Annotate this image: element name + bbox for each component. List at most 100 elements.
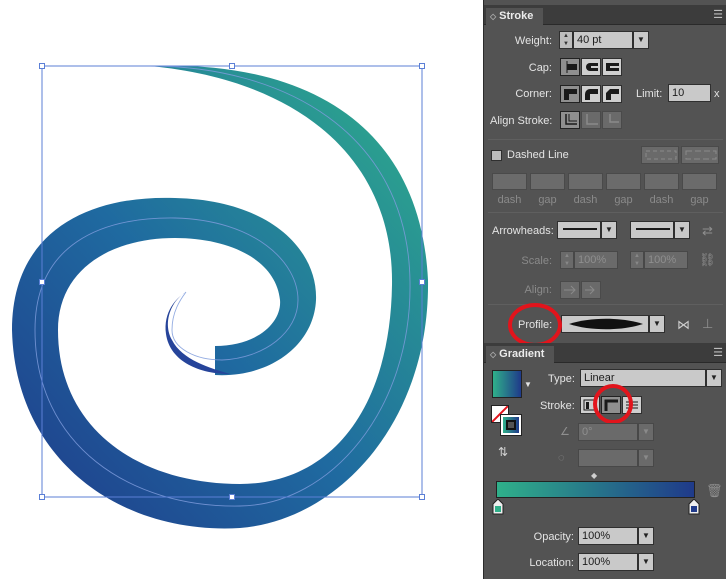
- arrow-extend-icon: [564, 285, 576, 295]
- gradient-type-select[interactable]: Linear: [580, 369, 706, 387]
- width-profile-ellipse-icon: [569, 318, 643, 330]
- dashed-line-checkbox[interactable]: [491, 150, 502, 161]
- gap-3-label: gap: [690, 194, 709, 206]
- arrow-tip-extend-button[interactable]: [560, 281, 580, 299]
- aspect-ratio-icon: ◌: [558, 452, 565, 464]
- section-divider: [488, 139, 723, 140]
- limit-input[interactable]: 10: [668, 84, 711, 102]
- angle-icon: ∠: [560, 426, 570, 438]
- arrow-place-icon: [585, 285, 595, 295]
- arrowhead-start-dropdown-icon[interactable]: ▼: [601, 221, 617, 239]
- scale-start-stepper-icon[interactable]: ▲ ▼: [560, 251, 574, 269]
- width-profile-select[interactable]: [561, 315, 649, 333]
- bbox-handle-top-right[interactable]: [419, 63, 425, 69]
- dash-1-label: dash: [497, 194, 522, 206]
- gap-1-label: gap: [538, 194, 557, 206]
- align-dash-icon: [685, 150, 717, 160]
- dash-2-input[interactable]: [568, 173, 603, 190]
- scale-start-input[interactable]: 100%: [574, 251, 618, 269]
- tab-stroke[interactable]: ◇ Stroke: [486, 8, 544, 25]
- gap-2-input[interactable]: [606, 173, 641, 190]
- panel-collapse-icon[interactable]: ◇: [490, 350, 496, 359]
- reverse-gradient-icon[interactable]: ⇅: [498, 445, 508, 459]
- scale-end-stepper-icon[interactable]: ▲ ▼: [630, 251, 644, 269]
- weight-stepper-icon[interactable]: ▲ ▼: [559, 31, 573, 49]
- bbox-handle-bottom-right[interactable]: [419, 494, 425, 500]
- artboard-canvas[interactable]: [0, 0, 483, 579]
- butt-cap-button[interactable]: [560, 58, 580, 76]
- delete-stop-icon[interactable]: 🗑: [706, 484, 723, 498]
- gradient-stop-end[interactable]: [688, 499, 700, 515]
- gradient-stop-start[interactable]: [492, 499, 504, 515]
- midpoint-diamond-icon[interactable]: ◆: [591, 471, 597, 480]
- align-outside-icon: [609, 114, 619, 123]
- gradient-thumbnail-dropdown-icon[interactable]: ▼: [524, 380, 532, 389]
- link-scale-icon[interactable]: ⛓: [699, 253, 716, 267]
- stroke-panel-menu-icon[interactable]: ☰: [709, 9, 723, 21]
- corner-label: Corner:: [515, 88, 552, 100]
- weight-dropdown-icon[interactable]: ▼: [633, 31, 649, 49]
- swap-arrowheads-icon[interactable]: ⇄: [702, 224, 713, 238]
- align-stroke-outside-button[interactable]: [602, 111, 622, 129]
- gradient-angle-input[interactable]: 0°: [578, 423, 638, 441]
- gradient-thumbnail[interactable]: [492, 370, 522, 398]
- cap-label: Cap:: [528, 62, 552, 74]
- stroke-tab-bar: ◇ Stroke ☰: [484, 5, 726, 25]
- spiral-outer-band: [12, 65, 429, 529]
- preserve-dash-button[interactable]: [641, 146, 679, 164]
- gradient-slider-bar[interactable]: [496, 481, 695, 498]
- aspect-ratio-input[interactable]: [578, 449, 638, 467]
- weight-input[interactable]: 40 pt: [573, 31, 633, 49]
- location-input[interactable]: 100%: [578, 553, 638, 571]
- stroke-swatch-inner: [506, 420, 516, 430]
- round-cap-button[interactable]: [581, 58, 601, 76]
- round-join-button[interactable]: [581, 85, 601, 103]
- bevel-join-button[interactable]: [602, 85, 622, 103]
- flip-across-icon[interactable]: ⊥: [702, 317, 713, 331]
- align-stroke-center-button[interactable]: [560, 111, 580, 129]
- gap-3-input[interactable]: [682, 173, 717, 190]
- profile-highlight-circle: [508, 303, 562, 347]
- opacity-label: Opacity:: [533, 531, 574, 543]
- gap-1-input[interactable]: [530, 173, 565, 190]
- gradient-tab-label: Gradient: [499, 348, 545, 360]
- tab-gradient[interactable]: ◇ Gradient: [486, 346, 555, 363]
- location-dropdown-icon[interactable]: ▼: [638, 553, 654, 571]
- dash-3-input[interactable]: [644, 173, 679, 190]
- align-stroke-inside-button[interactable]: [581, 111, 601, 129]
- stroke-swatch[interactable]: [500, 414, 522, 436]
- gradient-panel-menu-icon[interactable]: ☰: [709, 347, 723, 359]
- bbox-handle-top-left[interactable]: [39, 63, 45, 69]
- bbox-handle-bottom-center[interactable]: [229, 494, 235, 500]
- arrowhead-end-select[interactable]: [630, 221, 674, 239]
- scale-end-input[interactable]: 100%: [644, 251, 688, 269]
- gradient-angle-dropdown-icon[interactable]: ▼: [638, 423, 654, 441]
- dash-3-label: dash: [649, 194, 674, 206]
- width-profile-dropdown-icon[interactable]: ▼: [649, 315, 665, 333]
- gradient-type-dropdown-icon[interactable]: ▼: [706, 369, 722, 387]
- panel-collapse-icon[interactable]: ◇: [490, 12, 496, 21]
- flip-along-icon[interactable]: ⋈: [677, 318, 690, 332]
- opacity-dropdown-icon[interactable]: ▼: [638, 527, 654, 545]
- bbox-handle-middle-right[interactable]: [419, 279, 425, 285]
- dash-1-input[interactable]: [492, 173, 527, 190]
- bbox-handle-bottom-left[interactable]: [39, 494, 45, 500]
- limit-unit: x: [714, 88, 720, 100]
- arrowhead-start-select[interactable]: [557, 221, 601, 239]
- weight-label: Weight:: [514, 35, 552, 47]
- spiral-artwork[interactable]: [0, 0, 483, 579]
- limit-label: Limit:: [636, 88, 663, 100]
- arrowhead-end-dropdown-icon[interactable]: ▼: [674, 221, 690, 239]
- aspect-ratio-dropdown-icon[interactable]: ▼: [638, 449, 654, 467]
- bbox-handle-middle-left[interactable]: [39, 279, 45, 285]
- bbox-handle-top-center[interactable]: [229, 63, 235, 69]
- stroke-highlight-circle: [593, 384, 633, 424]
- dash-2-label: dash: [573, 194, 598, 206]
- align-dash-button[interactable]: [681, 146, 719, 164]
- arrowhead-none-icon: [563, 228, 597, 230]
- opacity-input[interactable]: 100%: [578, 527, 638, 545]
- projecting-cap-button[interactable]: [602, 58, 622, 76]
- miter-join-button[interactable]: [560, 85, 580, 103]
- arrow-tip-place-button[interactable]: [581, 281, 601, 299]
- section-divider: [488, 212, 723, 213]
